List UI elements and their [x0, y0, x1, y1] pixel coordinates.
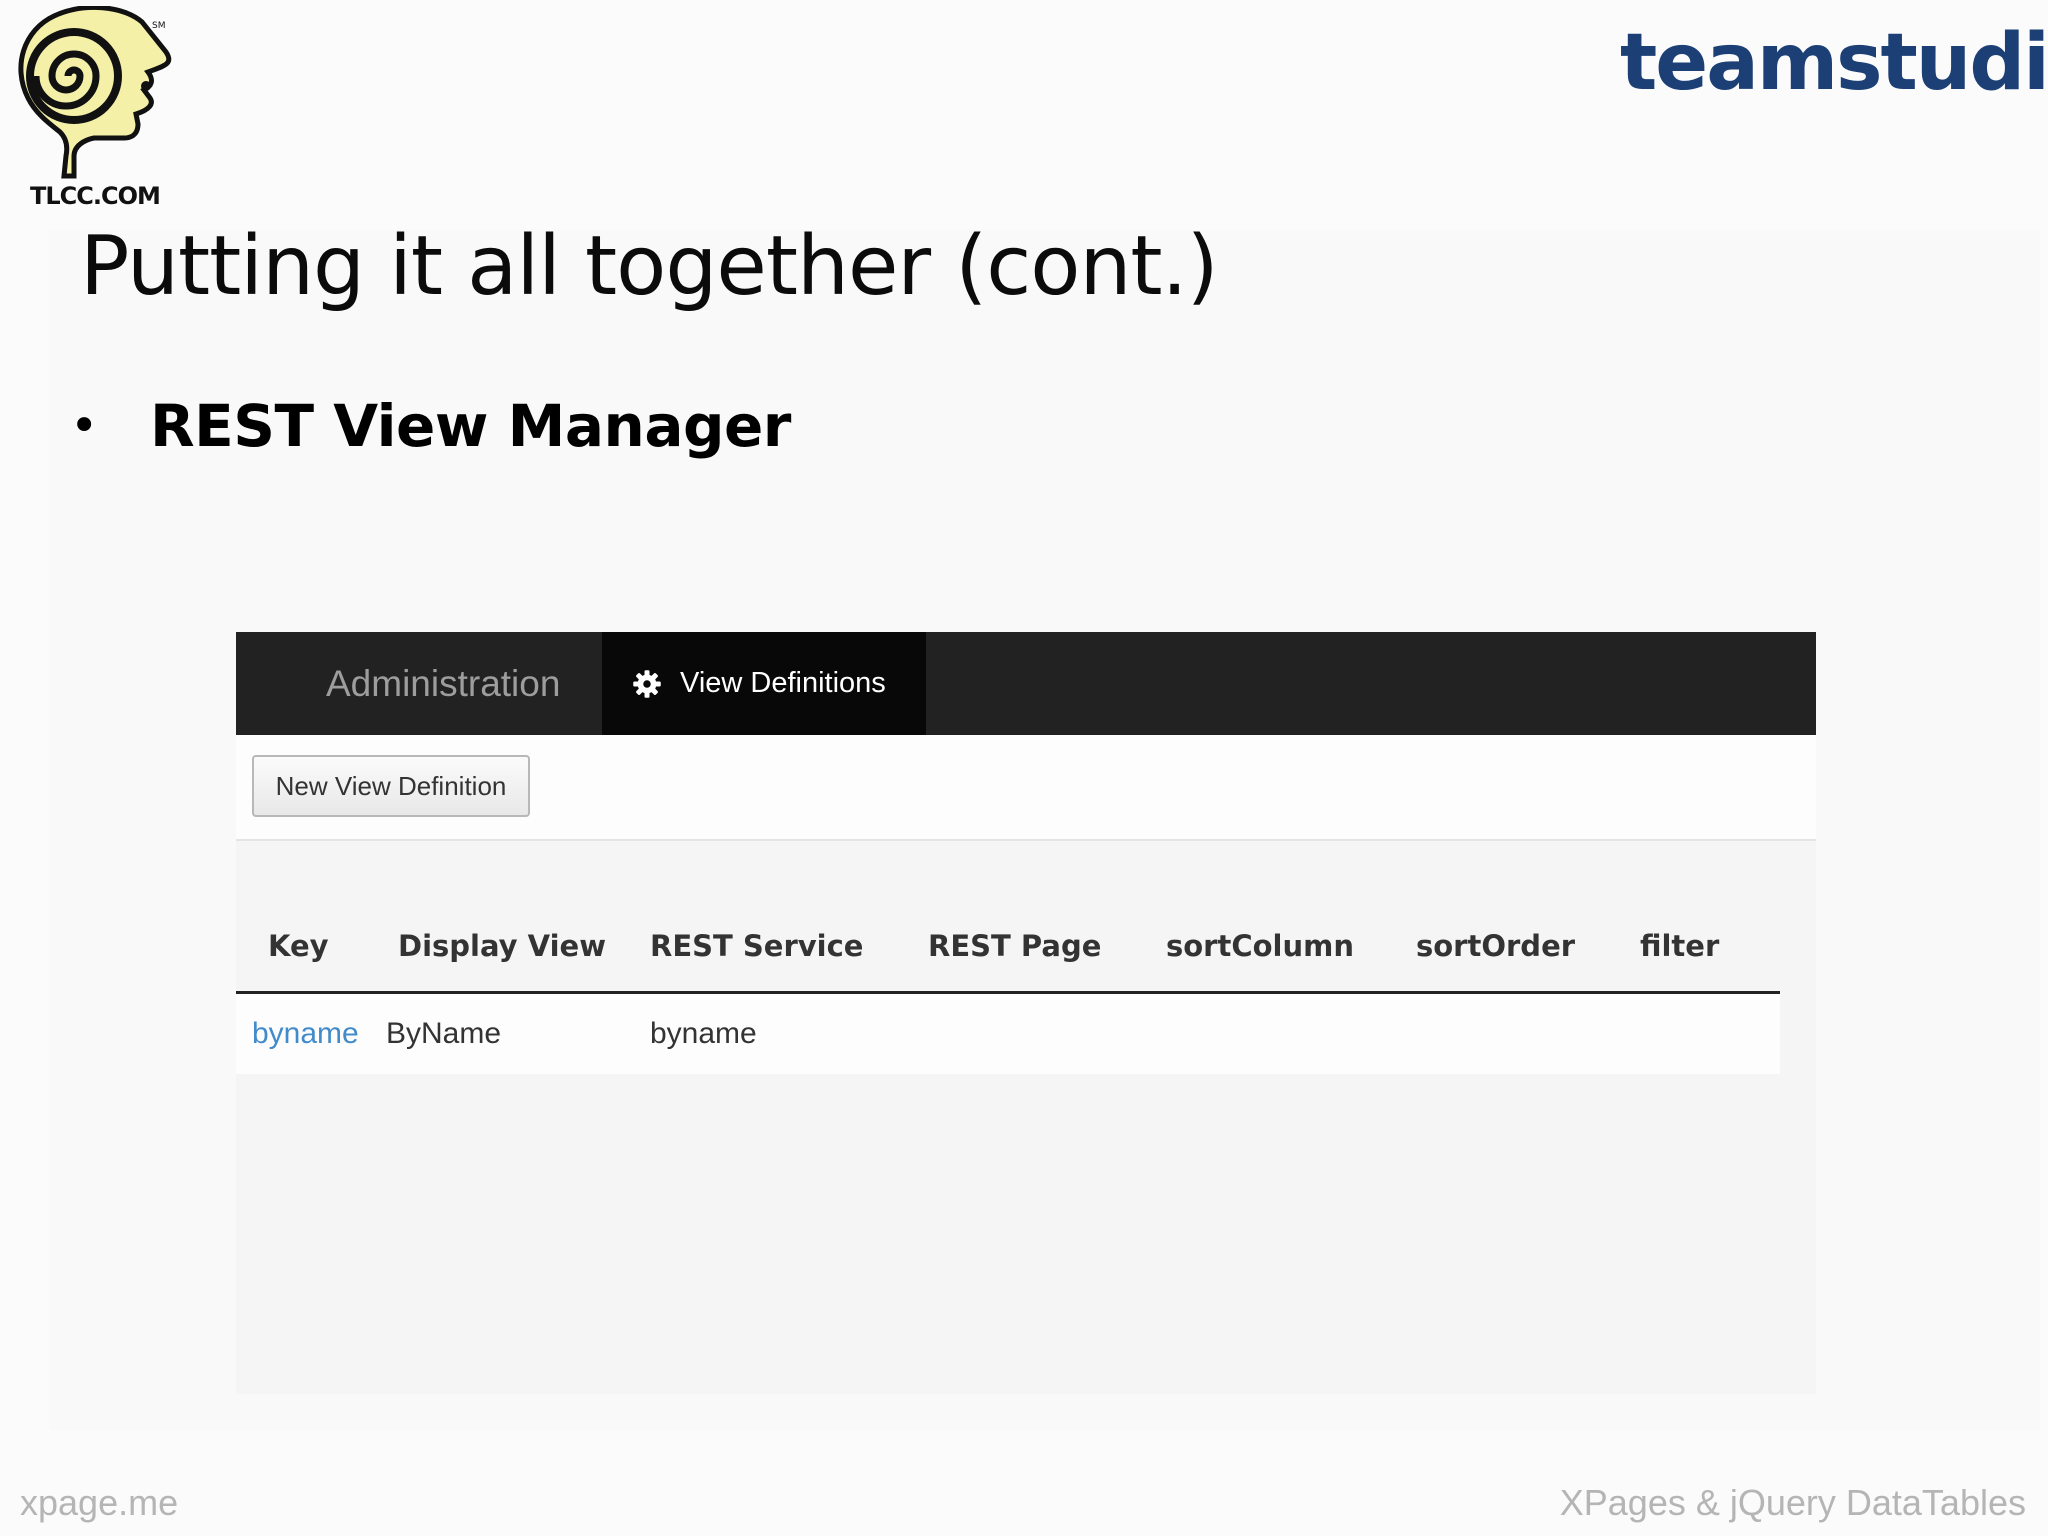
cell-sort-column [1166, 992, 1416, 1074]
footer-left-text: xpage.me [20, 1482, 179, 1523]
bullet-text: REST View Manager [150, 392, 791, 460]
footer-right-text: XPages & jQuery DataTables [1559, 1482, 2026, 1523]
teamstudio-logo: teamstudio® [1620, 24, 2048, 102]
new-view-definition-button[interactable]: New View Definition [252, 755, 530, 817]
toolbar: New View Definition [236, 735, 1816, 841]
gear-icon [633, 669, 661, 698]
tlcc-logo-text: TLCC.COM [30, 182, 161, 210]
column-header-sort-order[interactable]: sortOrder [1416, 901, 1640, 994]
cell-key[interactable]: byname [236, 992, 386, 1074]
cell-rest-page [928, 992, 1166, 1074]
view-definitions-panel: Key Display View REST Service REST Page … [236, 841, 1816, 1394]
column-header-key[interactable]: Key [236, 901, 386, 994]
view-definitions-table: Key Display View REST Service REST Page … [236, 901, 1780, 1074]
column-header-sort-column[interactable]: sortColumn [1166, 901, 1416, 994]
slide-title: Putting it all together (cont.) [80, 219, 1219, 314]
cell-rest-service: byname [650, 992, 928, 1074]
app-screenshot: Administration View Definitions New View… [236, 632, 1816, 1394]
column-header-display-view[interactable]: Display View [386, 901, 650, 994]
cell-filter [1640, 992, 1780, 1074]
cell-display-view: ByName [386, 992, 650, 1074]
navbar-brand[interactable]: Administration [326, 632, 560, 735]
cell-sort-order [1416, 992, 1640, 1074]
svg-text:SM: SM [152, 21, 165, 31]
key-link[interactable]: byname [252, 1017, 359, 1050]
tab-view-definitions[interactable]: View Definitions [602, 632, 926, 735]
column-header-rest-page[interactable]: REST Page [928, 901, 1166, 994]
table-row[interactable]: byname ByName byname [236, 992, 1780, 1074]
teamstudio-wordmark: teamstudio [1620, 18, 2048, 108]
tab-view-definitions-label: View Definitions [680, 667, 886, 699]
table-header-row: Key Display View REST Service REST Page … [236, 901, 1780, 994]
bullet-icon: • [70, 398, 99, 454]
slide-page: SM TLCC.COM teamstudio® Putting it all t… [0, 0, 2048, 1536]
bullet-item: • REST View Manager [70, 392, 791, 460]
column-header-filter[interactable]: filter [1640, 901, 1780, 994]
navbar: Administration View Definitions [236, 632, 1816, 735]
column-header-rest-service[interactable]: REST Service [650, 901, 928, 994]
